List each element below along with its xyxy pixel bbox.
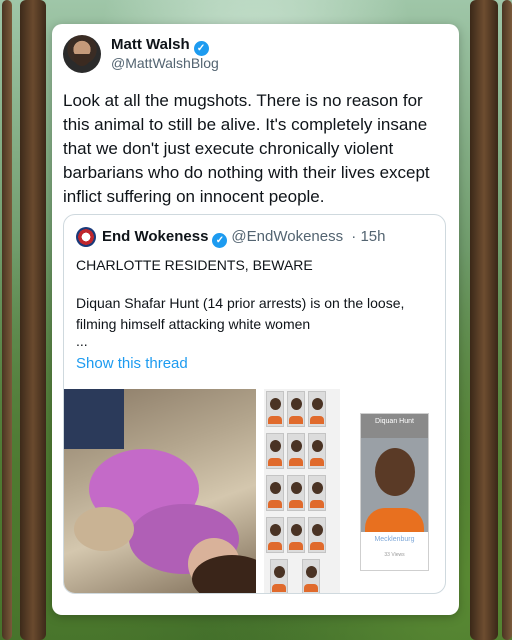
tree-trunk [2, 0, 12, 640]
tweet-card: Matt Walsh ✓ @MattWalshBlog Look at all t… [52, 24, 459, 615]
verified-badge-icon: ✓ [212, 233, 228, 248]
mugshot-photo [361, 438, 428, 532]
mugshot-thumbnail [308, 517, 326, 553]
mugshot-thumbnail [287, 517, 305, 553]
tree-trunk [20, 0, 46, 640]
video-still-image [64, 389, 256, 593]
video-thumbnail[interactable] [64, 389, 256, 593]
mugshot-grid[interactable] [264, 389, 340, 593]
mugshot-thumbnail [266, 433, 284, 469]
mugshot-thumbnail [308, 391, 326, 427]
mugshot-thumbnail [266, 517, 284, 553]
mugshot-thumbnail [308, 475, 326, 511]
quoted-author-name[interactable]: End Wokeness [102, 228, 208, 245]
mugshot-thumbnail [302, 559, 320, 593]
tree-trunk [502, 0, 512, 640]
quoted-time: · 15h [351, 228, 386, 245]
tree-trunk [470, 0, 498, 640]
verified-badge-icon: ✓ [193, 41, 209, 56]
mugshot-thumbnail [270, 559, 288, 593]
mugshot-thumbnail [287, 433, 305, 469]
mugshot-card[interactable]: Diquan Hunt Mecklenburg 33 Views [360, 413, 429, 571]
quoted-body: Diquan Shafar Hunt (14 prior arrests) is… [76, 295, 405, 332]
tweet-text: Look at all the mugshots. There is no re… [63, 91, 430, 206]
mugshot-thumbnail [287, 391, 305, 427]
show-thread-link[interactable]: Show this thread [76, 355, 188, 372]
mugshot-thumbnail [308, 433, 326, 469]
avatar[interactable] [63, 35, 101, 73]
quoted-avatar[interactable] [76, 227, 96, 247]
mugshot-card-county: Mecklenburg [374, 536, 415, 543]
author-name[interactable]: Matt Walsh ✓ [111, 36, 209, 56]
mugshot-thumbnail [266, 391, 284, 427]
quoted-headline: CHARLOTTE RESIDENTS, BEWARE [76, 257, 313, 273]
mugshot-thumbnail [287, 475, 305, 511]
mugshot-thumbnail [266, 475, 284, 511]
mugshot-card-views: 33 Views [384, 552, 405, 558]
quoted-header: End Wokeness ✓ @EndWokeness · 15h [102, 228, 385, 248]
author-handle[interactable]: @MattWalshBlog [111, 55, 219, 71]
quoted-ellipsis: ... [76, 333, 88, 349]
quoted-author-handle[interactable]: @EndWokeness [231, 228, 343, 245]
quoted-tweet[interactable]: End Wokeness ✓ @EndWokeness · 15h CHARLOTT… [63, 214, 446, 594]
mugshot-card-name: Diquan Hunt [361, 414, 428, 438]
